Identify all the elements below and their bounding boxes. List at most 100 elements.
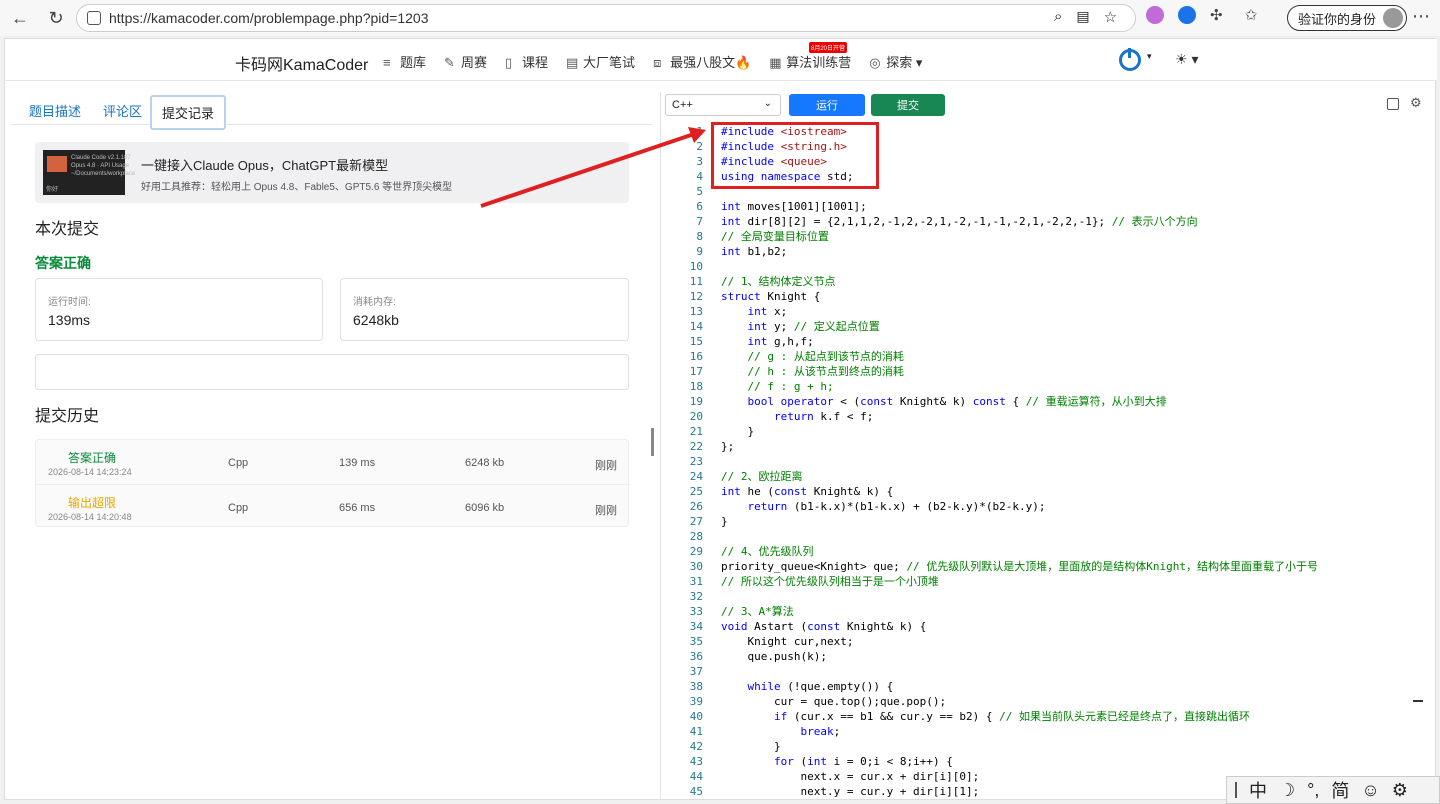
code-line[interactable]: 42 }: [661, 739, 1421, 754]
ad-banner[interactable]: Claude Code v2.1.187 Opus 4.8 · API Usag…: [35, 142, 629, 203]
table-row[interactable]: 答案正确 2026-08-14 14:23:24 Cpp 139 ms 6248…: [36, 440, 630, 484]
code-line[interactable]: 14 int y; // 定义起点位置: [661, 319, 1421, 334]
ime-simplified[interactable]: 简: [1331, 777, 1349, 803]
code-line[interactable]: 10: [661, 259, 1421, 274]
language-select[interactable]: C++ ⌄: [665, 94, 781, 116]
code-line[interactable]: 13 int x;: [661, 304, 1421, 319]
back-icon[interactable]: ←: [6, 4, 34, 32]
ime-emoji-icon[interactable]: ☺: [1361, 780, 1379, 801]
profile-button[interactable]: 验证你的身份: [1287, 5, 1408, 31]
menu-item-interview[interactable]: ⧈ 最强八股文🔥: [653, 52, 751, 71]
camp-badge: 8月20日开营: [809, 42, 848, 53]
menu-item-problems[interactable]: ≡ 题库: [383, 52, 426, 71]
code-line[interactable]: 43 for (int i = 0;i < 8;i++) {: [661, 754, 1421, 769]
ad-title: 一键接入Claude Opus，ChatGPT最新模型: [141, 158, 389, 173]
ime-grip: [1235, 782, 1237, 798]
line-code: }: [721, 740, 781, 753]
line-number: 9: [696, 245, 703, 258]
avatar: [1383, 8, 1404, 28]
favorites-icon[interactable]: ✩: [1245, 6, 1258, 24]
code-line[interactable]: 18 // f : g + h;: [661, 379, 1421, 394]
ad-image-foot: 你好: [46, 187, 59, 193]
history-runtime: 139 ms: [339, 457, 376, 469]
code-line[interactable]: 35 Knight cur,next;: [661, 634, 1421, 649]
code-line[interactable]: 40 if (cur.x == b1 && cur.y == b2) { // …: [661, 709, 1421, 724]
menu-item-camp[interactable]: ▦ 算法训练营: [769, 52, 851, 71]
code-line[interactable]: 11 // 1、结构体定义节点: [661, 274, 1421, 289]
menu-item-courses[interactable]: ▯ 课程: [505, 52, 548, 71]
ad-subtitle: 好用工具推荐：轻松用上 Opus 4.8、Fable5、GPT5.6 等世界顶尖…: [141, 182, 453, 193]
address-bar[interactable]: https://kamacoder.com/problempage.php?pi…: [76, 4, 1136, 32]
ime-moon-icon[interactable]: ☽: [1279, 780, 1295, 801]
line-code: int y; // 定义起点位置: [747, 320, 880, 333]
code-line[interactable]: 29 // 4、优先级队列: [661, 544, 1421, 559]
code-line[interactable]: 7 int dir[8][2] = {2,1,1,2,-1,2,-2,1,-2,-…: [661, 214, 1421, 229]
code-line[interactable]: 23: [661, 454, 1421, 469]
code-line[interactable]: 34 void Astart (const Knight& k) {: [661, 619, 1421, 634]
power-icon[interactable]: [1119, 48, 1141, 71]
code-icon: ⧈: [653, 55, 662, 70]
chevron-down-icon[interactable]: ▾: [1147, 51, 1152, 62]
code-line[interactable]: 39 cur = que.top();que.pop();: [661, 694, 1421, 709]
code-line[interactable]: 17 // h : 从该节点到终点的消耗: [661, 364, 1421, 379]
favorite-star-icon[interactable]: ☆: [1104, 8, 1117, 26]
tab-description[interactable]: 题目描述: [19, 95, 91, 126]
code-line[interactable]: 19 bool operator < (const Knight& k) con…: [661, 394, 1421, 409]
ime-punct[interactable]: °,: [1307, 780, 1319, 801]
ime-mode[interactable]: 中: [1249, 777, 1267, 803]
pane-resizer[interactable]: [651, 428, 654, 456]
code-line[interactable]: 41 break;: [661, 724, 1421, 739]
code-line[interactable]: 15 int g,h,f;: [661, 334, 1421, 349]
site-info-icon[interactable]: [87, 11, 101, 25]
menu-item-weekly[interactable]: ✎ 周赛: [444, 52, 487, 71]
code-line[interactable]: 28: [661, 529, 1421, 544]
line-code: bool operator < (const Knight& k) const …: [747, 395, 1167, 408]
output-box: [35, 354, 629, 390]
line-code: int x;: [747, 305, 788, 318]
line-code: next.y = cur.y + dir[i][1];: [721, 785, 980, 798]
reload-icon[interactable]: ↻: [42, 4, 70, 32]
code-line[interactable]: 26 return (b1-k.x)*(b1-k.x) + (b2-k.y)*(…: [661, 499, 1421, 514]
code-line[interactable]: 8 // 全局变量目标位置: [661, 229, 1421, 244]
brain-extension-icon[interactable]: [1146, 6, 1164, 24]
theme-sun-icon[interactable]: ☀ ▾: [1175, 51, 1198, 68]
puzzle-icon[interactable]: ✣: [1210, 6, 1223, 24]
history-when: 刚刚: [595, 505, 617, 517]
run-button[interactable]: 运行: [789, 94, 865, 116]
line-number: 6: [696, 200, 703, 213]
code-line[interactable]: 16 // g : 从起点到该节点的消耗: [661, 349, 1421, 364]
tab-submissions[interactable]: 提交记录: [150, 95, 227, 130]
scrollbar[interactable]: [1413, 700, 1423, 702]
menu-item-explore[interactable]: ◎ 探索 ▾: [869, 52, 922, 71]
code-line[interactable]: 6 int moves[1001][1001];: [661, 199, 1421, 214]
submit-button[interactable]: 提交: [871, 94, 945, 116]
code-line[interactable]: 22};: [661, 439, 1421, 454]
tab-comments[interactable]: 评论区: [93, 95, 152, 126]
blue-extension-icon[interactable]: [1178, 6, 1196, 24]
table-row[interactable]: 输出超限 2026-08-14 14:20:48 Cpp 656 ms 6096…: [36, 484, 630, 528]
code-format-icon[interactable]: [1387, 98, 1399, 110]
brand-logo[interactable]: 卡码网KamaCoder: [235, 51, 368, 75]
code-line[interactable]: 32: [661, 589, 1421, 604]
code-line[interactable]: 37: [661, 664, 1421, 679]
zoom-icon[interactable]: ⌕: [1054, 8, 1062, 26]
menu-item-exams[interactable]: ▤ 大厂笔试: [566, 52, 635, 71]
code-line[interactable]: 20 return k.f < f;: [661, 409, 1421, 424]
code-line[interactable]: 27}: [661, 514, 1421, 529]
code-line[interactable]: 24 // 2、欧拉距离: [661, 469, 1421, 484]
code-line[interactable]: 12 struct Knight {: [661, 289, 1421, 304]
code-line[interactable]: 33 // 3、A*算法: [661, 604, 1421, 619]
ime-gear-icon[interactable]: ⚙: [1392, 780, 1408, 801]
code-line[interactable]: 36 que.push(k);: [661, 649, 1421, 664]
line-number: 32: [689, 590, 703, 603]
code-line[interactable]: 21 }: [661, 424, 1421, 439]
gear-icon[interactable]: ⚙: [1410, 95, 1422, 111]
more-menu-icon[interactable]: ⋯: [1412, 6, 1430, 27]
code-line[interactable]: 9 int b1,b2;: [661, 244, 1421, 259]
code-line[interactable]: 30 priority_queue<Knight> que; // 优先级队列默认…: [661, 559, 1421, 574]
reader-icon[interactable]: ▤: [1076, 8, 1089, 26]
code-line[interactable]: 31 // 所以这个优先级队列相当于是一个小顶堆: [661, 574, 1421, 589]
code-line[interactable]: 25 int he (const Knight& k) {: [661, 484, 1421, 499]
code-line[interactable]: 38 while (!que.empty()) {: [661, 679, 1421, 694]
code-editor[interactable]: 1 #include <iostream> 2 #include <string.h>…: [661, 124, 1421, 800]
